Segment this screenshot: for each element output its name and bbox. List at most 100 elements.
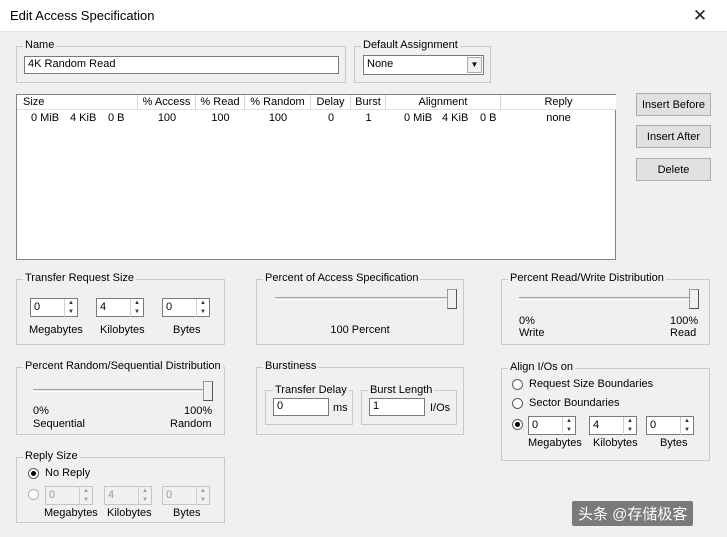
reply-kilobytes-value[interactable]: 4 (108, 489, 114, 501)
burst-length-label: Burst Length (368, 384, 435, 396)
reply-bytes-label: Bytes (173, 507, 201, 519)
spin-up-icon[interactable]: ▲ (64, 299, 77, 308)
spin-down-icon[interactable]: ▼ (130, 308, 143, 317)
spin-down-icon[interactable]: ▼ (196, 308, 209, 317)
insert-before-button[interactable]: Insert Before (636, 93, 711, 116)
cell-size-mib: 0 MiB (31, 112, 60, 124)
delete-button[interactable]: Delete (636, 158, 711, 181)
align-request-radio[interactable] (512, 379, 523, 390)
align-label: Align I/Os on (508, 361, 575, 373)
transfer-bytes-value[interactable]: 0 (166, 301, 172, 313)
reply-custom-radio[interactable] (28, 489, 39, 500)
name-input[interactable]: 4K Random Read (24, 56, 339, 74)
reply-megabytes-spinner[interactable]: 0 ▲ ▼ (45, 486, 93, 505)
cell-random: 100 (268, 112, 288, 124)
chevron-down-icon[interactable]: ▼ (467, 57, 482, 73)
no-reply-label[interactable]: No Reply (45, 467, 90, 479)
spin-down-icon[interactable]: ▼ (623, 426, 636, 435)
transfer-bytes-spinner[interactable]: 0 ▲ ▼ (162, 298, 210, 317)
spin-down-icon[interactable]: ▼ (196, 496, 209, 505)
spin-up-icon[interactable]: ▲ (79, 487, 92, 496)
reply-bytes-spinner[interactable]: 0 ▲ ▼ (162, 486, 210, 505)
transfer-delay-input[interactable]: 0 (273, 398, 329, 416)
spin-down-icon[interactable]: ▼ (79, 496, 92, 505)
spin-down-icon[interactable]: ▼ (562, 426, 575, 435)
spin-up-icon[interactable]: ▲ (196, 299, 209, 308)
no-reply-radio[interactable] (28, 468, 39, 479)
cell-align-kib: 4 KiB (442, 112, 469, 124)
col-header-random[interactable]: % Random (245, 95, 311, 110)
close-icon[interactable]: ✕ (690, 6, 710, 26)
access-spec-table[interactable]: Size % Access % Read % Random Delay Burs… (16, 94, 616, 260)
cell-read: 100 (211, 112, 230, 124)
col-header-burst[interactable]: Burst (351, 95, 386, 110)
spin-up-icon[interactable]: ▲ (196, 487, 209, 496)
spin-up-icon[interactable]: ▲ (130, 299, 143, 308)
align-custom-radio[interactable] (512, 419, 523, 430)
transfer-kilobytes-spinner[interactable]: 4 ▲ ▼ (96, 298, 144, 317)
read-write-left-label: Write (519, 327, 545, 339)
align-megabytes-label: Megabytes (528, 437, 582, 449)
transfer-megabytes-value[interactable]: 0 (34, 301, 40, 313)
random-seq-slider[interactable] (203, 381, 213, 401)
col-header-alignment[interactable]: Alignment (386, 95, 501, 110)
spin-up-icon[interactable]: ▲ (562, 417, 575, 426)
percent-access-slider[interactable] (447, 289, 457, 309)
spin-up-icon[interactable]: ▲ (680, 417, 693, 426)
transfer-delay-label: Transfer Delay (273, 384, 349, 396)
read-write-slider[interactable] (689, 289, 699, 309)
spin-up-icon[interactable]: ▲ (138, 487, 151, 496)
cell-align-mib: 0 MiB (404, 112, 433, 124)
default-assignment-select[interactable]: None ▼ (363, 55, 484, 75)
burst-length-input[interactable]: 1 (369, 398, 425, 416)
align-megabytes-value[interactable]: 0 (532, 419, 538, 431)
reply-megabytes-value[interactable]: 0 (49, 489, 55, 501)
random-seq-right-pct: 100% (184, 405, 213, 417)
spin-down-icon[interactable]: ▼ (680, 426, 693, 435)
align-megabytes-spinner[interactable]: 0 ▲ ▼ (528, 416, 576, 435)
align-request-label[interactable]: Request Size Boundaries (529, 378, 653, 390)
percent-access-track (275, 297, 455, 300)
align-sector-label[interactable]: Sector Boundaries (529, 397, 620, 409)
spin-down-icon[interactable]: ▼ (138, 496, 151, 505)
read-write-right-label: Read (670, 327, 697, 339)
align-bytes-value[interactable]: 0 (650, 419, 656, 431)
col-header-read[interactable]: % Read (196, 95, 245, 110)
align-sector-radio[interactable] (512, 398, 523, 409)
reply-bytes-value[interactable]: 0 (166, 489, 172, 501)
reply-size-label: Reply Size (23, 450, 80, 462)
reply-kilobytes-spinner[interactable]: 4 ▲ ▼ (104, 486, 152, 505)
align-bytes-spinner[interactable]: 0 ▲ ▼ (646, 416, 694, 435)
align-kilobytes-spinner[interactable]: 4 ▲ ▼ (589, 416, 637, 435)
transfer-delay-unit: ms (333, 402, 348, 414)
col-header-delay[interactable]: Delay (311, 95, 351, 110)
burstiness-label: Burstiness (263, 360, 319, 372)
align-kilobytes-value[interactable]: 4 (593, 419, 599, 431)
col-header-reply[interactable]: Reply (501, 95, 616, 110)
transfer-megabytes-spinner[interactable]: 0 ▲ ▼ (30, 298, 78, 317)
read-write-label: Percent Read/Write Distribution (508, 272, 666, 284)
transfer-size-label: Transfer Request Size (23, 272, 137, 284)
random-seq-track (33, 389, 211, 392)
read-write-right-pct: 100% (670, 315, 699, 327)
spin-down-icon[interactable]: ▼ (64, 308, 77, 317)
transfer-megabytes-label: Megabytes (29, 324, 83, 336)
percent-access-label: Percent of Access Specification (263, 272, 421, 284)
default-assignment-value: None (367, 58, 394, 70)
insert-after-button[interactable]: Insert After (636, 125, 711, 148)
reply-kilobytes-label: Kilobytes (107, 507, 152, 519)
transfer-kilobytes-label: Kilobytes (100, 324, 145, 336)
transfer-kilobytes-value[interactable]: 4 (100, 301, 106, 313)
random-seq-label: Percent Random/Sequential Distribution (23, 360, 223, 372)
align-kilobytes-label: Kilobytes (593, 437, 638, 449)
random-seq-left-pct: 0% (33, 405, 49, 417)
align-bytes-label: Bytes (660, 437, 688, 449)
cell-burst: 1 (365, 112, 372, 124)
watermark: 头条 @存储极客 (572, 501, 694, 526)
reply-megabytes-label: Megabytes (44, 507, 98, 519)
spin-up-icon[interactable]: ▲ (623, 417, 636, 426)
burst-length-unit: I/Os (430, 402, 451, 414)
col-header-size[interactable]: Size (17, 95, 138, 110)
col-header-access[interactable]: % Access (138, 95, 196, 110)
cell-delay: 0 (327, 112, 335, 124)
